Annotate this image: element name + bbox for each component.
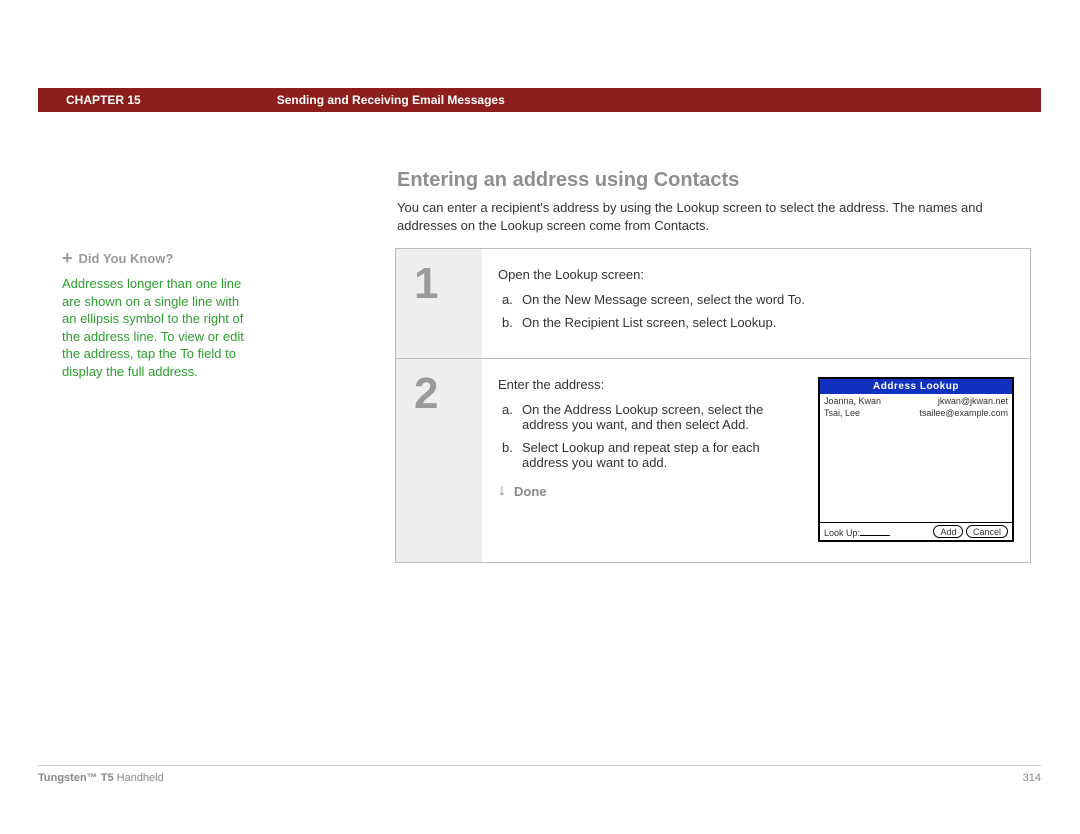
- substep: b. On the Recipient List screen, select …: [498, 315, 1014, 330]
- cancel-button[interactable]: Cancel: [966, 525, 1008, 538]
- section-title: Entering an address using Contacts: [397, 169, 739, 192]
- sidebar-heading: + Did You Know?: [62, 248, 247, 269]
- page-number: 314: [1023, 772, 1041, 784]
- intro-paragraph: You can enter a recipient's address by u…: [397, 199, 1032, 234]
- substep-letter: a.: [502, 292, 522, 307]
- step-content: Enter the address: a. On the Address Loo…: [482, 359, 1030, 562]
- screenshot-body: Joanna, Kwan jkwan@jkwan.net Tsai, Lee t…: [820, 394, 1012, 522]
- screenshot-title: Address Lookup: [820, 379, 1012, 394]
- footer-product: Tungsten™ T5 Handheld: [38, 772, 164, 784]
- step-2: 2 Enter the address: a. On the Address L…: [396, 359, 1030, 562]
- done-marker: ↓ Done: [498, 482, 804, 500]
- substep: a. On the New Message screen, select the…: [498, 292, 1014, 307]
- plus-icon: +: [62, 248, 73, 269]
- chapter-title: Sending and Receiving Email Messages: [277, 93, 505, 107]
- page-footer: Tungsten™ T5 Handheld 314: [38, 765, 1041, 784]
- step-content: Open the Lookup screen: a. On the New Me…: [482, 249, 1030, 358]
- footer-product-bold: Tungsten™ T5: [38, 772, 114, 784]
- sidebar-body: Addresses longer than one line are shown…: [62, 275, 247, 380]
- list-item[interactable]: Tsai, Lee tsailee@example.com: [824, 408, 1008, 420]
- sidebar-heading-text: Did You Know?: [79, 251, 174, 266]
- contact-name: Tsai, Lee: [824, 408, 860, 420]
- substep-text: Select Lookup and repeat step a for each…: [522, 440, 804, 470]
- step-lead: Open the Lookup screen:: [498, 267, 1014, 282]
- footer-product-rest: Handheld: [114, 772, 164, 784]
- substep-letter: a.: [502, 402, 522, 432]
- contact-name: Joanna, Kwan: [824, 396, 881, 408]
- step-lead: Enter the address:: [498, 377, 804, 392]
- lookup-label: Look Up:: [824, 528, 860, 538]
- substep-text: On the New Message screen, select the wo…: [522, 292, 805, 307]
- lookup-field[interactable]: Look Up:: [824, 526, 890, 538]
- device-screenshot: Address Lookup Joanna, Kwan jkwan@jkwan.…: [818, 377, 1014, 542]
- page-header: CHAPTER 15 Sending and Receiving Email M…: [38, 88, 1041, 112]
- did-you-know-sidebar: + Did You Know? Addresses longer than on…: [62, 248, 247, 380]
- steps-container: 1 Open the Lookup screen: a. On the New …: [395, 248, 1031, 563]
- substep-letter: b.: [502, 315, 522, 330]
- done-label: Done: [514, 484, 547, 499]
- substep-text: On the Recipient List screen, select Loo…: [522, 315, 776, 330]
- contact-email: jkwan@jkwan.net: [938, 396, 1008, 408]
- substep-letter: b.: [502, 440, 522, 470]
- substep-text: On the Address Lookup screen, select the…: [522, 402, 804, 432]
- screenshot-footer: Look Up: Add Cancel: [820, 522, 1012, 540]
- lookup-input[interactable]: [860, 526, 890, 536]
- step-number: 2: [396, 359, 482, 562]
- chapter-label: CHAPTER 15: [66, 93, 141, 107]
- add-button[interactable]: Add: [933, 525, 963, 538]
- step-1: 1 Open the Lookup screen: a. On the New …: [396, 249, 1030, 359]
- arrow-down-icon: ↓: [498, 482, 506, 500]
- substep: b. Select Lookup and repeat step a for e…: [498, 440, 804, 470]
- substep: a. On the Address Lookup screen, select …: [498, 402, 804, 432]
- contact-email: tsailee@example.com: [919, 408, 1008, 420]
- step-number: 1: [396, 249, 482, 358]
- list-item[interactable]: Joanna, Kwan jkwan@jkwan.net: [824, 396, 1008, 408]
